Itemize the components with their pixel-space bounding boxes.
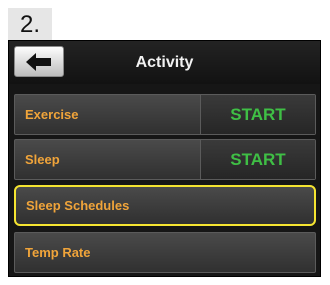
back-button[interactable] (14, 46, 64, 77)
menu-item-label: Sleep (25, 152, 60, 167)
step-number: 2. (8, 8, 52, 40)
menu-item-temp-rate[interactable]: Temp Rate (14, 232, 316, 273)
menu-item-sleep[interactable]: Sleep START (14, 139, 316, 180)
device-screen: Activity Exercise START Sleep START Slee… (8, 40, 321, 277)
menu-item-sleep-schedules[interactable]: Sleep Schedules (14, 185, 316, 226)
menu-item-label: Temp Rate (25, 245, 91, 260)
sleep-start-button[interactable]: START (200, 140, 315, 179)
menu-item-label: Sleep Schedules (26, 198, 130, 213)
menu-item-label: Exercise (25, 107, 79, 122)
menu-item-exercise[interactable]: Exercise START (14, 94, 316, 135)
header-bar: Activity (9, 41, 320, 84)
screen-title: Activity (135, 53, 194, 71)
exercise-start-button[interactable]: START (200, 95, 315, 134)
back-arrow-icon (25, 52, 53, 72)
